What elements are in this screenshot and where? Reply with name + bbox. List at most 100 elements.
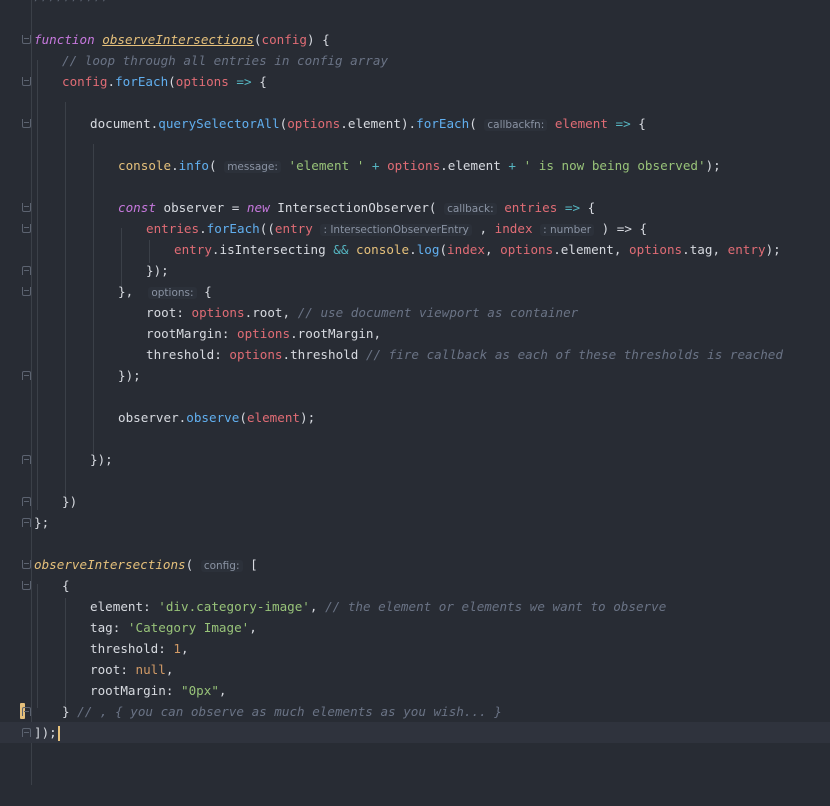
fold-toggle-icon[interactable] bbox=[22, 119, 31, 128]
code-line-active[interactable]: ]); bbox=[0, 722, 830, 743]
punctuation: : bbox=[120, 662, 136, 677]
fold-toggle-icon[interactable] bbox=[22, 203, 31, 212]
code-line[interactable]: } // , { you can observe as much element… bbox=[0, 701, 830, 722]
punctuation: . bbox=[107, 74, 116, 89]
operator: => bbox=[228, 74, 260, 89]
string: 'Category Image' bbox=[127, 620, 250, 635]
variable: observer = bbox=[155, 200, 247, 215]
code-line[interactable]: }, options: { bbox=[0, 281, 830, 302]
punctuation: ( bbox=[209, 158, 225, 173]
parameter: options bbox=[191, 305, 245, 320]
code-line[interactable]: entry.isIntersecting && console.log(inde… bbox=[0, 239, 830, 260]
punctuation: : bbox=[221, 326, 237, 341]
punctuation: }) bbox=[62, 494, 78, 509]
punctuation: , bbox=[712, 242, 728, 257]
code-line[interactable]: }); bbox=[0, 260, 830, 281]
punctuation: , bbox=[471, 221, 495, 236]
fold-toggle-icon[interactable] bbox=[22, 287, 31, 296]
method: forEach bbox=[206, 221, 260, 236]
code-editor[interactable]: ////////// function observeIntersections… bbox=[0, 0, 830, 785]
code-line[interactable]: document.querySelectorAll(options.elemen… bbox=[0, 113, 830, 134]
fold-toggle-icon[interactable] bbox=[22, 518, 31, 527]
punctuation: { bbox=[62, 578, 70, 593]
fold-toggle-icon[interactable] bbox=[22, 35, 31, 44]
code-line[interactable]: tag: 'Category Image', bbox=[0, 617, 830, 638]
fold-toggle-icon[interactable] bbox=[22, 728, 31, 737]
code-line[interactable]: { bbox=[0, 575, 830, 596]
code-line[interactable]: root: null, bbox=[0, 659, 830, 680]
code-line[interactable]: observeIntersections( config: [ bbox=[0, 554, 830, 575]
punctuation: , bbox=[613, 242, 630, 257]
punctuation: : bbox=[112, 620, 128, 635]
code-line[interactable]: }; bbox=[0, 512, 830, 533]
punctuation: : bbox=[176, 305, 192, 320]
code-line[interactable]: }) bbox=[0, 491, 830, 512]
null-literal: null bbox=[135, 662, 166, 677]
fold-toggle-icon[interactable] bbox=[22, 455, 31, 464]
property: element bbox=[560, 242, 614, 257]
operator: => bbox=[557, 200, 588, 215]
variable: document bbox=[90, 116, 151, 131]
function-name: observeIntersections bbox=[102, 32, 254, 47]
number-literal: 1 bbox=[173, 641, 182, 656]
method: log bbox=[416, 242, 440, 257]
fold-toggle-icon[interactable] bbox=[22, 497, 31, 506]
object-key: root bbox=[90, 662, 121, 677]
fold-toggle-icon[interactable] bbox=[22, 560, 31, 569]
variable: observer bbox=[118, 410, 179, 425]
code-line[interactable]: }); bbox=[0, 449, 830, 470]
property: element bbox=[347, 116, 401, 131]
fold-toggle-icon[interactable] bbox=[22, 224, 31, 233]
property: isIntersecting bbox=[219, 242, 326, 257]
code-line[interactable]: // loop through all entries in config ar… bbox=[0, 50, 830, 71]
code-line[interactable]: threshold: 1, bbox=[0, 638, 830, 659]
code-line[interactable]: observer.observe(element); bbox=[0, 407, 830, 428]
function-call: observeIntersections bbox=[34, 557, 186, 572]
punctuation: . bbox=[290, 326, 298, 341]
code-line[interactable]: }); bbox=[0, 365, 830, 386]
object-key: threshold bbox=[146, 347, 215, 362]
punctuation: { bbox=[587, 200, 596, 215]
code-line[interactable]: function observeIntersections(config) { bbox=[0, 29, 830, 50]
keyword: function bbox=[34, 32, 95, 47]
punctuation: }); bbox=[90, 452, 113, 467]
comment: // loop through all entries in config ar… bbox=[62, 53, 389, 68]
argument: options bbox=[629, 242, 683, 257]
parameter: element bbox=[554, 116, 608, 131]
code-line[interactable]: root: options.root, // use document view… bbox=[0, 302, 830, 323]
fold-toggle-icon[interactable] bbox=[22, 581, 31, 590]
variable: config bbox=[62, 74, 108, 89]
code-line[interactable]: element: 'div.category-image', // the el… bbox=[0, 596, 830, 617]
punctuation: . bbox=[440, 158, 448, 173]
code-line[interactable]: config.forEach(options => { bbox=[0, 71, 830, 92]
type-hint: : IntersectionObserverEntry bbox=[320, 224, 472, 236]
code-line[interactable]: rootMargin: "0px", bbox=[0, 680, 830, 701]
operator: && bbox=[325, 242, 357, 257]
argument: element bbox=[246, 410, 301, 425]
code-line[interactable]: rootMargin: options.rootMargin, bbox=[0, 323, 830, 344]
operator: => bbox=[607, 116, 639, 131]
code-line[interactable]: console.info( message: 'element ' + opti… bbox=[0, 155, 830, 176]
punctuation: , bbox=[218, 683, 227, 698]
fold-toggle-icon[interactable] bbox=[22, 77, 31, 86]
code-line[interactable]: threshold: options.threshold // fire cal… bbox=[0, 344, 830, 365]
punctuation: , bbox=[309, 599, 326, 614]
object-key: rootMargin bbox=[146, 326, 222, 341]
fold-toggle-icon[interactable] bbox=[22, 371, 31, 380]
fold-toggle-icon[interactable] bbox=[22, 266, 31, 275]
punctuation: . bbox=[211, 242, 220, 257]
type-hint: : number bbox=[540, 224, 595, 236]
object-key: tag bbox=[90, 620, 113, 635]
punctuation: : bbox=[143, 599, 159, 614]
argument: options bbox=[500, 242, 554, 257]
operator: + bbox=[364, 158, 388, 173]
parameter: entry bbox=[274, 221, 313, 236]
fold-toggle-icon[interactable] bbox=[22, 707, 31, 716]
code-line[interactable]: entries.forEach((entry : IntersectionObs… bbox=[0, 218, 830, 239]
code-line[interactable]: const observer = new IntersectionObserve… bbox=[0, 197, 830, 218]
keyword: const bbox=[118, 200, 156, 215]
punctuation: (( bbox=[259, 221, 275, 236]
punctuation: , bbox=[373, 326, 382, 341]
method: forEach bbox=[416, 116, 470, 131]
